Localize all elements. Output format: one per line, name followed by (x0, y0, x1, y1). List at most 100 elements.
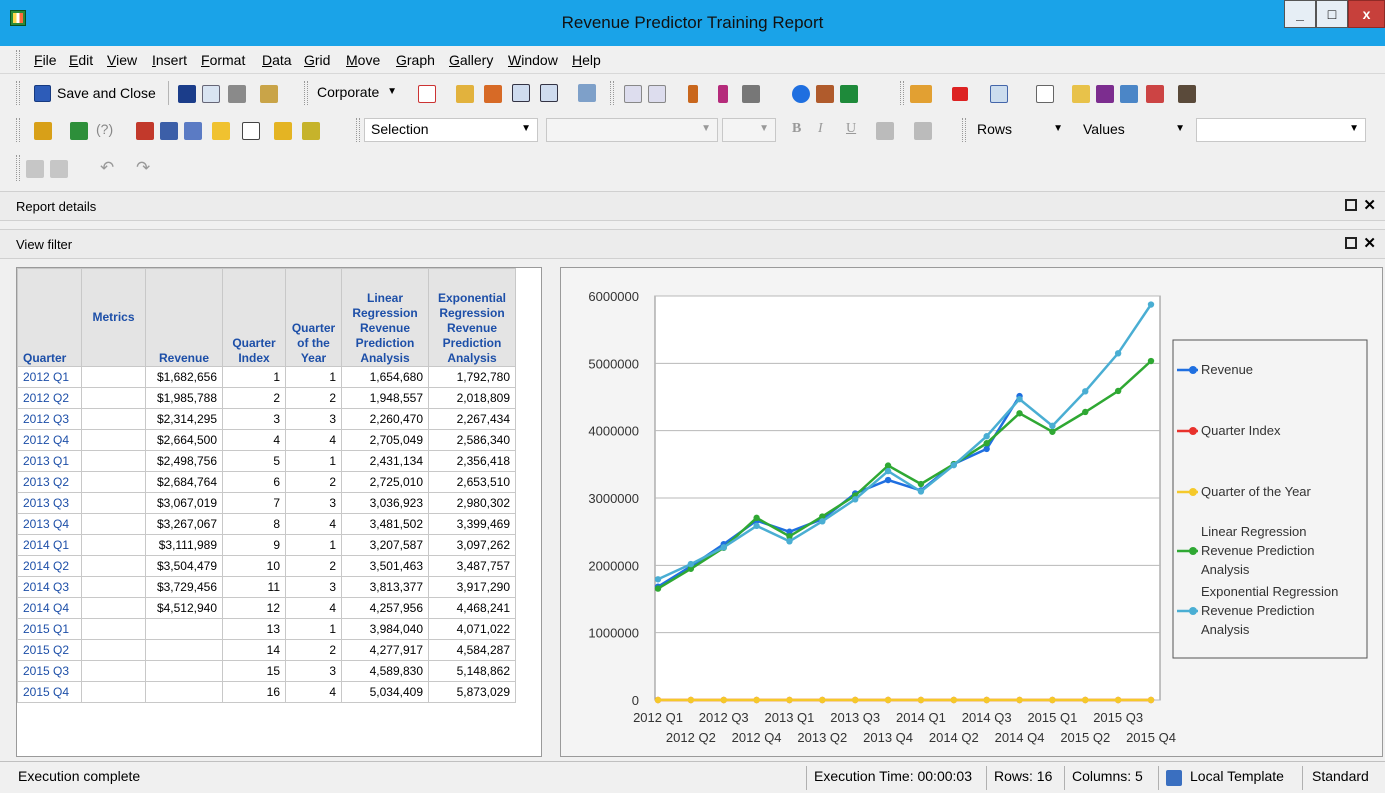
redo-icon[interactable]: ↷ (136, 158, 150, 178)
linear-regression-cell[interactable]: 3,481,502 (341, 513, 429, 535)
quarter-of-year-cell[interactable]: 4 (285, 681, 342, 703)
menu-data[interactable]: Data (262, 52, 292, 68)
sort-ascending-icon[interactable] (624, 85, 642, 103)
quarter-index-cell[interactable]: 8 (222, 513, 286, 535)
revenue-cell[interactable] (145, 660, 223, 682)
save-close-button[interactable]: Save and Close (57, 85, 156, 101)
linear-regression-cell[interactable]: 4,277,917 (341, 639, 429, 661)
revenue-cell[interactable]: $3,729,456 (145, 576, 223, 598)
exponential-regression-cell[interactable]: 3,399,469 (428, 513, 516, 535)
quarter-cell[interactable]: 2013 Q2 (17, 471, 82, 493)
linear-regression-cell[interactable]: 3,984,040 (341, 618, 429, 640)
grid-view-icon[interactable] (512, 84, 530, 102)
table-icon[interactable] (1072, 85, 1090, 103)
selection-combo[interactable]: Selection ▼ (364, 118, 538, 142)
quarter-index-cell[interactable]: 2 (222, 387, 286, 409)
quarter-of-year-cell[interactable]: 1 (285, 450, 342, 472)
object-icon[interactable] (302, 122, 320, 140)
font-color-icon[interactable] (914, 122, 932, 140)
linear-regression-cell[interactable]: 2,260,470 (341, 408, 429, 430)
revenue-cell[interactable]: $2,314,295 (145, 408, 223, 430)
quarter-index-cell[interactable]: 10 (222, 555, 286, 577)
quarter-of-year-cell[interactable]: 2 (285, 471, 342, 493)
revenue-cell[interactable]: $1,985,788 (145, 387, 223, 409)
toolbar-grip[interactable] (962, 118, 966, 142)
print-preview-icon[interactable] (202, 85, 220, 103)
metrics-header[interactable]: Metrics (81, 268, 146, 367)
swap-icon[interactable] (484, 85, 502, 103)
quarter-index-cell[interactable]: 16 (222, 681, 286, 703)
revenue-cell[interactable] (145, 618, 223, 640)
quarter-index-cell[interactable]: 12 (222, 597, 286, 619)
quarter-index-cell[interactable]: 7 (222, 492, 286, 514)
metric-icon[interactable] (136, 122, 154, 140)
quarter-cell[interactable]: 2015 Q4 (17, 681, 82, 703)
exponential-regression-cell[interactable]: 3,097,262 (428, 534, 516, 556)
columns-icon[interactable] (1096, 85, 1114, 103)
menu-format[interactable]: Format (201, 52, 245, 68)
heatmap-icon[interactable] (1146, 85, 1164, 103)
quarter-cell[interactable]: 2015 Q1 (17, 618, 82, 640)
quarter-of-year-header[interactable]: Quarter of the Year (285, 268, 342, 367)
exponential-regression-cell[interactable]: 2,018,809 (428, 387, 516, 409)
close-button[interactable]: x (1348, 0, 1385, 28)
exponential-regression-cell[interactable]: 2,653,510 (428, 471, 516, 493)
exponential-regression-cell[interactable]: 3,917,290 (428, 576, 516, 598)
quarter-index-cell[interactable]: 13 (222, 618, 286, 640)
exponential-regression-cell[interactable]: 2,980,302 (428, 492, 516, 514)
quarter-cell[interactable]: 2014 Q1 (17, 534, 82, 556)
linear-regression-cell[interactable]: 3,207,587 (341, 534, 429, 556)
wand-icon[interactable] (34, 122, 52, 140)
pivot-icon[interactable] (456, 85, 474, 103)
dataset-icon[interactable] (70, 122, 88, 140)
quarter-index-cell[interactable]: 1 (222, 366, 286, 388)
exponential-regression-cell[interactable]: 4,468,241 (428, 597, 516, 619)
minimize-button[interactable]: _ (1284, 0, 1316, 28)
linear-regression-cell[interactable]: 2,431,134 (341, 450, 429, 472)
toolbar-grip[interactable] (16, 118, 20, 142)
revenue-cell[interactable] (145, 639, 223, 661)
exponential-regression-cell[interactable]: 5,873,029 (428, 681, 516, 703)
revenue-cell[interactable]: $2,684,764 (145, 471, 223, 493)
grid-graph-icon[interactable] (540, 84, 558, 102)
quarter-of-year-cell[interactable]: 2 (285, 555, 342, 577)
menu-help[interactable]: Help (572, 52, 601, 68)
threshold-icon[interactable] (718, 85, 728, 103)
quarter-cell[interactable]: 2013 Q3 (17, 492, 82, 514)
close-icon[interactable]: ✕ (1363, 234, 1376, 252)
quarter-of-year-cell[interactable]: 3 (285, 492, 342, 514)
quarter-of-year-cell[interactable]: 3 (285, 408, 342, 430)
linear-regression-cell[interactable]: 1,654,680 (341, 366, 429, 388)
quarter-cell[interactable]: 2012 Q1 (17, 366, 82, 388)
restore-icon[interactable] (1345, 199, 1357, 211)
quarter-cell[interactable]: 2012 Q3 (17, 408, 82, 430)
quarter-index-cell[interactable]: 15 (222, 660, 286, 682)
restore-icon[interactable] (1345, 237, 1357, 249)
export-icon[interactable] (260, 85, 278, 103)
menu-gallery[interactable]: Gallery (449, 52, 493, 68)
line-chart-icon[interactable] (990, 85, 1008, 103)
revenue-cell[interactable]: $2,664,500 (145, 429, 223, 451)
quarter-of-year-cell[interactable]: 1 (285, 366, 342, 388)
quarter-cell[interactable]: 2014 Q2 (17, 555, 82, 577)
menu-grip[interactable] (16, 50, 20, 70)
menu-edit[interactable]: Edit (69, 52, 93, 68)
quarter-cell[interactable]: 2015 Q2 (17, 639, 82, 661)
toolbar-grip[interactable] (610, 81, 614, 105)
quarter-cell[interactable]: 2012 Q4 (17, 429, 82, 451)
revenue-cell[interactable]: $1,682,656 (145, 366, 223, 388)
quarter-cell[interactable]: 2013 Q4 (17, 513, 82, 535)
legend-icon[interactable] (1036, 85, 1054, 103)
quarter-of-year-cell[interactable]: 4 (285, 597, 342, 619)
menu-move[interactable]: Move (346, 52, 380, 68)
revenue-cell[interactable] (145, 681, 223, 703)
quarter-of-year-cell[interactable]: 2 (285, 387, 342, 409)
font-size-combo[interactable]: ▼ (722, 118, 776, 142)
revenue-cell[interactable]: $2,498,756 (145, 450, 223, 472)
close-icon[interactable]: ✕ (1363, 196, 1376, 214)
book-icon[interactable] (178, 85, 196, 103)
menu-insert[interactable]: Insert (152, 52, 187, 68)
revenue-header[interactable]: Revenue (145, 268, 223, 367)
excel-icon[interactable] (840, 85, 858, 103)
quarter-cell[interactable]: 2014 Q4 (17, 597, 82, 619)
